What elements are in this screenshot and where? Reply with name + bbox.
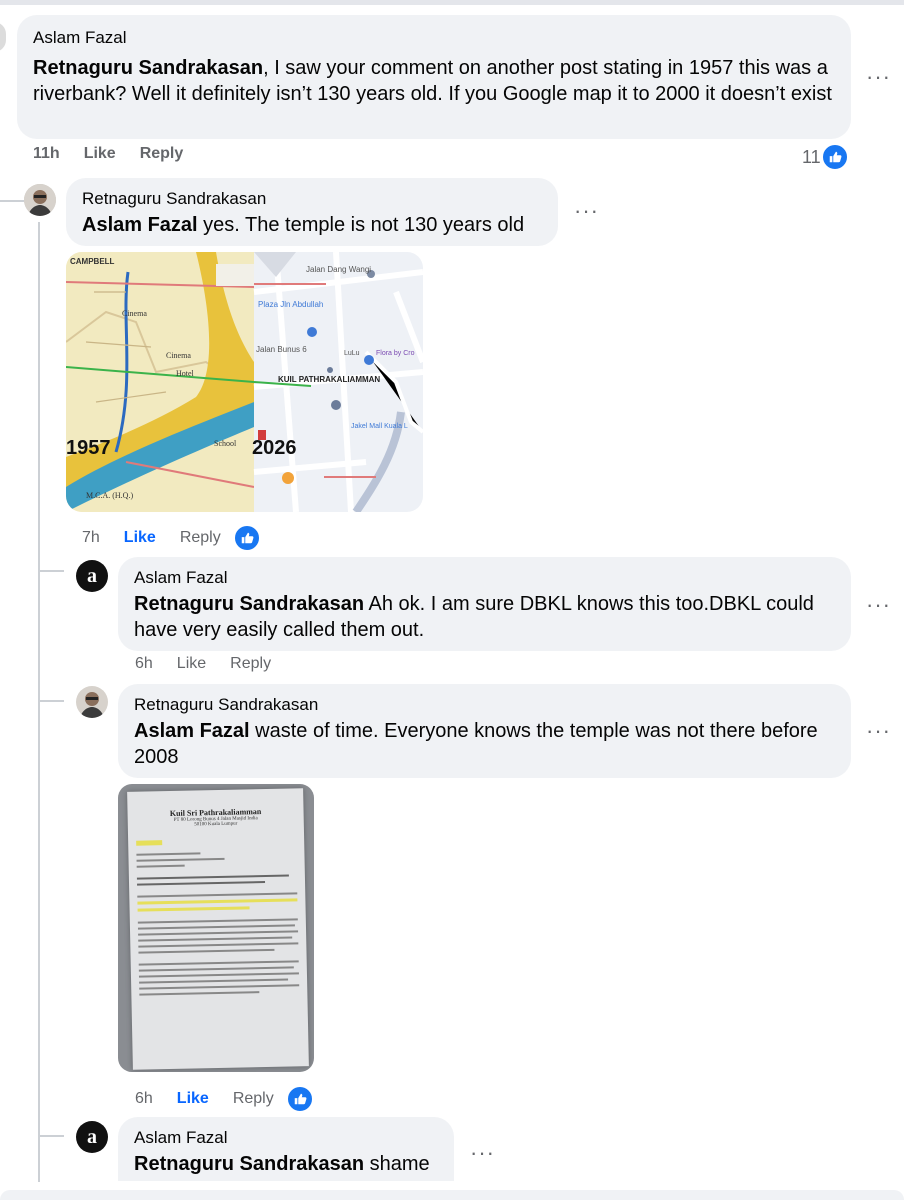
thread-line bbox=[38, 1135, 64, 1137]
top-divider bbox=[0, 0, 904, 5]
avatar-monogram: a bbox=[87, 1125, 97, 1148]
reply-button[interactable]: Reply bbox=[140, 145, 184, 163]
map-place-label: Jakel Mall Kuala L bbox=[351, 423, 408, 430]
comment-time[interactable]: 7h bbox=[82, 529, 100, 547]
avatar[interactable]: a bbox=[76, 560, 108, 592]
reaction-count[interactable]: 11 bbox=[802, 143, 849, 171]
avatar[interactable] bbox=[24, 184, 56, 216]
comment-actions: 6h Like Reply bbox=[135, 1085, 338, 1113]
map-place-label: LuLu bbox=[344, 350, 360, 357]
map-place-label: Flora by Cro bbox=[376, 350, 415, 357]
avatar[interactable] bbox=[0, 22, 6, 52]
map-year-new-label: 2026 bbox=[252, 437, 297, 459]
map-old-label: School bbox=[214, 439, 237, 448]
comment-actions: 11h Like Reply bbox=[33, 145, 207, 163]
comment-mention[interactable]: Aslam Fazal bbox=[82, 214, 198, 236]
comment-time[interactable]: 6h bbox=[135, 655, 153, 673]
comment-actions: 6h Like Reply bbox=[135, 655, 295, 673]
reply-button[interactable]: Reply bbox=[180, 529, 221, 547]
map-svg: 1957 2026 KUIL PATHRAKALIAMMAN Jalan Dan… bbox=[66, 252, 423, 512]
comment-bubble: Aslam Fazal Retnaguru Sandrakasan Ah ok.… bbox=[118, 557, 851, 651]
comment-author[interactable]: Aslam Fazal bbox=[134, 1127, 438, 1149]
comment-bubble: Aslam Fazal Retnaguru Sandrakasan shame bbox=[118, 1117, 454, 1181]
comment-text: yes. The temple is not 130 years old bbox=[197, 214, 525, 236]
thumbs-up-icon[interactable] bbox=[285, 1085, 314, 1113]
more-options-button[interactable]: ··· bbox=[574, 198, 599, 224]
comment-bubble: Retnaguru Sandrakasan Aslam Fazal waste … bbox=[118, 684, 851, 778]
more-options-button[interactable]: ··· bbox=[866, 718, 891, 744]
comment-bubble: Aslam Fazal Retnaguru Sandrakasan, I saw… bbox=[17, 15, 851, 139]
map-old-label: Cinema bbox=[122, 309, 147, 318]
comment-bubble: Retnaguru Sandrakasan Aslam Fazal yes. T… bbox=[66, 178, 558, 246]
map-old-label: CAMPBELL bbox=[70, 257, 115, 266]
comment-mention[interactable]: Aslam Fazal bbox=[134, 720, 250, 742]
more-options-button[interactable]: ··· bbox=[866, 592, 891, 618]
map-place-label: Plaza Jln Abdullah bbox=[258, 300, 323, 309]
thread-line bbox=[38, 222, 40, 1182]
reaction-count-label: 11 bbox=[802, 146, 821, 167]
letter-body bbox=[136, 850, 300, 996]
comment-mention[interactable]: Retnaguru Sandrakasan bbox=[134, 1153, 364, 1175]
comment-time[interactable]: 6h bbox=[135, 1090, 153, 1108]
more-options-button[interactable]: ··· bbox=[866, 64, 891, 90]
map-old-label: Cinema bbox=[166, 351, 191, 360]
reply-button[interactable]: Reply bbox=[230, 655, 271, 673]
comment-actions: 7h Like Reply bbox=[82, 524, 285, 552]
map-old-label: Hotel bbox=[176, 369, 195, 378]
letter-date-highlight bbox=[136, 840, 163, 846]
map-street-label: Jalan Dang Wangi bbox=[306, 265, 371, 274]
comment-time[interactable]: 11h bbox=[33, 145, 60, 163]
map-year-old-label: 1957 bbox=[66, 437, 111, 459]
more-options-button[interactable]: ··· bbox=[470, 1140, 495, 1166]
avatar-monogram: a bbox=[87, 564, 97, 587]
letter-paper: Kuil Sri Pathrakaliamman PT 80 Lorong Bu… bbox=[127, 788, 309, 1070]
comment-mention[interactable]: Retnaguru Sandrakasan bbox=[33, 57, 263, 79]
thread-line bbox=[0, 200, 24, 202]
avatar[interactable]: a bbox=[76, 1121, 108, 1153]
letter-photo[interactable]: Kuil Sri Pathrakaliamman PT 80 Lorong Bu… bbox=[118, 784, 314, 1072]
comment-mention[interactable]: Retnaguru Sandrakasan bbox=[134, 593, 364, 615]
map-street-label: Jalan Bunus 6 bbox=[256, 345, 307, 354]
like-button[interactable]: Like bbox=[177, 655, 206, 673]
comment-author[interactable]: Retnaguru Sandrakasan bbox=[82, 188, 542, 210]
reply-button[interactable]: Reply bbox=[233, 1090, 274, 1108]
map-old-label: M.C.A. (H.Q.) bbox=[86, 491, 133, 500]
like-button[interactable]: Like bbox=[177, 1090, 209, 1108]
map-temple-label: KUIL PATHRAKALIAMMAN bbox=[278, 375, 380, 384]
comment-author[interactable]: Retnaguru Sandrakasan bbox=[134, 694, 835, 716]
comment-author[interactable]: Aslam Fazal bbox=[33, 27, 835, 49]
map-comparison-image[interactable]: 1957 2026 KUIL PATHRAKALIAMMAN Jalan Dan… bbox=[66, 252, 423, 512]
avatar[interactable] bbox=[76, 686, 108, 718]
bottom-divider bbox=[0, 1190, 904, 1200]
comment-text: shame bbox=[364, 1153, 430, 1175]
like-button[interactable]: Like bbox=[124, 529, 156, 547]
comment-author[interactable]: Aslam Fazal bbox=[134, 567, 835, 589]
thread-line bbox=[38, 570, 64, 572]
like-button[interactable]: Like bbox=[84, 145, 116, 163]
thumbs-up-icon[interactable] bbox=[232, 524, 261, 552]
thumbs-up-icon bbox=[820, 143, 849, 171]
thread-line bbox=[38, 700, 64, 702]
